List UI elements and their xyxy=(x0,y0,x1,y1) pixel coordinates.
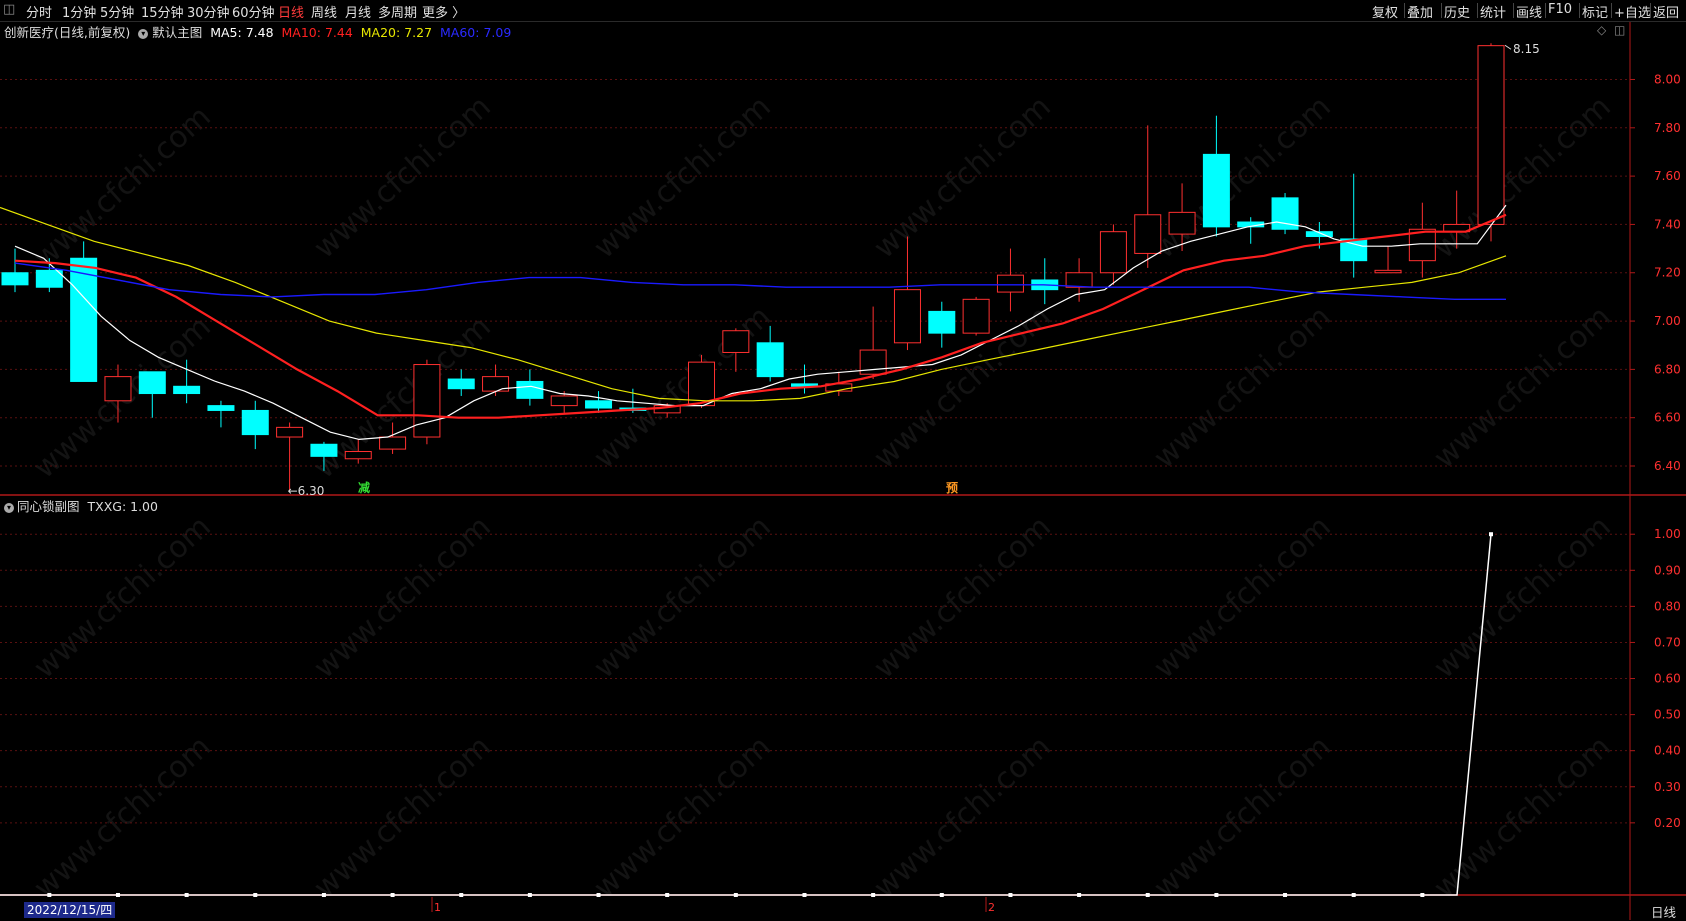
candle-body xyxy=(104,376,132,402)
ma-line-ma10 xyxy=(14,213,1507,419)
high-pointer xyxy=(1504,44,1512,50)
txxg-point xyxy=(184,893,189,897)
txxg-point xyxy=(1420,893,1425,897)
main-tick-label: 7.20 xyxy=(1654,266,1681,280)
sub-tick-label: 0.40 xyxy=(1654,744,1681,758)
sub-tick-label: 0.60 xyxy=(1654,672,1681,686)
candle-body xyxy=(1374,269,1402,274)
main-tick-label: 7.60 xyxy=(1654,169,1681,183)
txxg-point xyxy=(459,893,464,897)
txxg-point xyxy=(596,893,601,897)
txxg-point xyxy=(802,893,807,897)
txxg-point xyxy=(733,893,738,897)
sub-tick-label: 0.50 xyxy=(1654,708,1681,722)
main-tick-label: 6.80 xyxy=(1654,362,1681,376)
txxg-point xyxy=(871,893,876,897)
high-price-label: 8.15 xyxy=(1513,42,1540,56)
candle-body xyxy=(1477,45,1505,225)
txxg-point xyxy=(527,893,532,897)
main-tick-label: 7.00 xyxy=(1654,314,1681,328)
sub-tick-label: 0.90 xyxy=(1654,563,1681,577)
candle-body xyxy=(1065,272,1093,288)
candle-body xyxy=(962,298,990,334)
txxg-point xyxy=(1351,893,1356,897)
txxg-point xyxy=(1214,893,1219,897)
event-mark-reduce: 减 xyxy=(358,480,370,495)
ma-line-ma60 xyxy=(14,262,1506,300)
txxg-point xyxy=(390,893,395,897)
sub-tick-label: 0.20 xyxy=(1654,816,1681,830)
candle-body xyxy=(70,257,98,382)
candle-body xyxy=(1,272,29,286)
ma-line-ma5 xyxy=(14,204,1507,441)
month-label: 1 xyxy=(434,901,441,914)
candle-body xyxy=(173,385,201,395)
txxg-point xyxy=(253,893,258,897)
txxg-point xyxy=(115,893,120,897)
candle-body xyxy=(756,342,784,378)
candle-body xyxy=(138,371,166,395)
main-tick-label: 8.00 xyxy=(1654,72,1681,86)
main-tick-label: 7.80 xyxy=(1654,121,1681,135)
candle-body xyxy=(344,451,372,460)
kline-chart[interactable]: 8.15 ←6.30 减 预 6.40 6.60 6.80 7.00 7.20 7.40 7.60… xyxy=(0,0,1686,920)
txxg-point xyxy=(1077,893,1082,897)
txxg-point xyxy=(321,893,326,897)
candle-body xyxy=(996,274,1024,293)
candle-body xyxy=(585,400,613,409)
sub-tick-label: 0.70 xyxy=(1654,635,1681,649)
sub-tick-label: 1.00 xyxy=(1654,527,1681,541)
candle-body xyxy=(688,361,716,407)
cursor-date-label: 2022/12/15/四 xyxy=(24,902,116,918)
txxg-point xyxy=(665,893,670,897)
candle-body xyxy=(1099,231,1127,274)
candle-body xyxy=(1202,153,1230,228)
main-tick-label: 6.60 xyxy=(1654,411,1681,425)
candle-body xyxy=(276,426,304,438)
candle-body xyxy=(447,378,475,390)
candle-body xyxy=(1134,214,1162,254)
candle-body xyxy=(893,289,921,344)
candle-body xyxy=(207,405,235,411)
main-tick-label: 7.40 xyxy=(1654,217,1681,231)
main-tick-label: 6.40 xyxy=(1654,459,1681,473)
txxg-point xyxy=(47,893,52,897)
txxg-point xyxy=(1489,532,1493,537)
candle-body xyxy=(928,310,956,334)
candle-body xyxy=(516,380,544,399)
candle-body xyxy=(379,436,407,450)
period-indicator[interactable]: 日线 xyxy=(1651,902,1676,921)
low-price-label: ←6.30 xyxy=(288,484,325,498)
candle-body xyxy=(413,364,441,438)
candle-body xyxy=(241,409,269,436)
txxg-point xyxy=(1283,893,1288,897)
event-mark-forecast: 预 xyxy=(946,481,958,495)
txxg-point xyxy=(1008,893,1013,897)
sub-tick-label: 0.80 xyxy=(1654,599,1681,613)
txxg-point xyxy=(1145,893,1150,897)
sub-tick-label: 0.30 xyxy=(1654,780,1681,794)
candle-body xyxy=(310,443,338,457)
candle-body xyxy=(722,330,750,353)
candle-body xyxy=(550,395,578,407)
ma-line-ma20 xyxy=(0,206,1507,402)
txxg-point xyxy=(939,893,944,897)
candle-body xyxy=(1168,211,1196,235)
candle-body xyxy=(35,269,63,288)
month-label: 2 xyxy=(988,901,995,914)
